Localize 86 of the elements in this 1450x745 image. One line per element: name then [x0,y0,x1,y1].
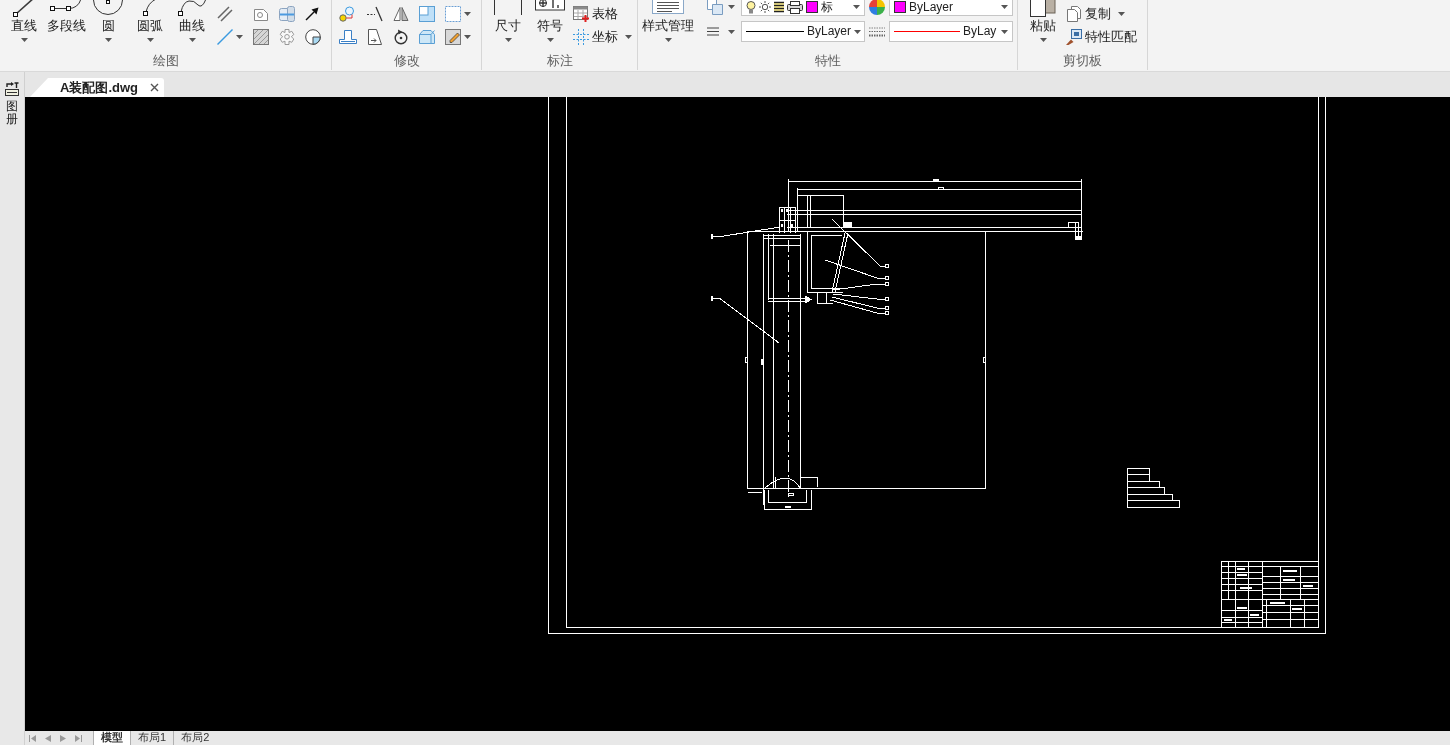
left-triangle-icon[interactable] [45,734,51,742]
t-shape-icon [339,30,357,44]
dashed-square-icon [445,6,461,22]
bulb-icon [746,0,756,14]
tool-button[interactable]: 坐标 [573,27,632,47]
trim-icon [367,6,383,22]
close-icon[interactable] [150,83,159,92]
copy-icon [1066,6,1082,22]
color-wheel-icon [869,0,885,15]
linetype-dropdown[interactable]: ByLayer [741,21,865,42]
caret-icon [664,38,672,42]
tool-button[interactable] [365,4,385,24]
panel-tab[interactable]: 图册 [6,100,18,127]
tool-button[interactable]: 表格 [573,4,632,24]
caret-icon [728,29,735,34]
caret-icon [1039,38,1047,42]
tool-button[interactable] [303,27,323,47]
caret-icon [146,38,154,42]
group-label: 剪切板 [1063,53,1102,69]
tool-button[interactable]: 圆弧 [129,0,171,47]
caret-icon [1118,12,1125,16]
lineweight-dropdown[interactable]: ByLay [889,21,1013,42]
lines-icon [707,27,719,36]
layout-tab[interactable]: 布局2 [173,731,217,745]
brush-icon [1066,29,1082,45]
tool-button[interactable]: 曲线 [171,0,213,47]
cylinder-icon [279,6,295,22]
caret-icon [854,29,862,34]
skip-right-icon[interactable] [75,734,82,742]
sun-icon [759,1,771,13]
tool-button[interactable]: 符号 [529,0,571,47]
layer-dropdown[interactable]: 标 [741,0,865,16]
pie-icon [305,29,321,45]
tool-button[interactable]: 样式管理 [641,0,695,47]
color-dropdown[interactable]: ByLayer [889,0,1013,16]
caret-icon [1001,5,1008,9]
group-label: 修改 [393,53,420,69]
arrow-icon [305,7,319,21]
crosshair-icon [573,29,589,45]
caret-icon [728,5,735,9]
group-label: 绘图 [152,53,179,69]
tool-button[interactable]: 尺寸 [487,0,529,47]
table-icon [573,6,589,22]
tool-button[interactable]: 复制 [1066,4,1137,24]
window-icon [419,6,435,22]
tool-button[interactable]: 粘贴 [1022,0,1064,47]
caret-icon [464,12,471,16]
diagonal-line-icon [217,29,233,45]
document-tab[interactable]: A装配图.dwg [30,78,164,97]
line-weights-icon [869,26,885,37]
caret-icon [504,38,512,42]
skip-left-icon[interactable] [29,734,36,742]
caret-icon [464,35,471,39]
arrow-box-icon[interactable] [5,82,19,96]
tool-button[interactable]: 圆 [87,0,129,47]
tool-button[interactable]: 直线 [3,0,45,47]
printer-icon [787,0,803,14]
page-arrow-icon [367,29,383,45]
parts-table-drawing [1126,467,1181,509]
caret-icon [188,38,196,42]
caret-icon [20,38,28,42]
group-label: 标注 [546,53,573,69]
dimension-icon [493,0,523,16]
parallel-lines-icon [217,6,233,22]
gear-icon [279,29,295,45]
pencil-icon [445,29,461,45]
tool-button[interactable]: 多段线 [45,0,87,47]
layout-tab[interactable]: 模型 [93,731,130,745]
caret-icon [236,35,243,39]
group-label: 特性 [814,53,841,69]
polygon-icon [253,6,269,22]
triangles-icon [393,6,409,22]
bars-icon [774,1,784,13]
caret-icon [104,38,112,42]
layout-tab[interactable]: 布局1 [130,731,174,745]
caret-icon [625,35,632,39]
caret-icon [853,5,860,9]
hatch-icon [253,29,269,45]
tool-button[interactable]: 特性匹配 [1066,27,1137,47]
cube-icon [419,30,435,44]
caret-icon [546,38,554,42]
right-triangle-icon[interactable] [60,734,66,742]
caret-icon [1001,29,1008,34]
tool-button[interactable] [365,27,385,47]
circles-icon [339,6,355,22]
rotate-icon [393,29,409,45]
